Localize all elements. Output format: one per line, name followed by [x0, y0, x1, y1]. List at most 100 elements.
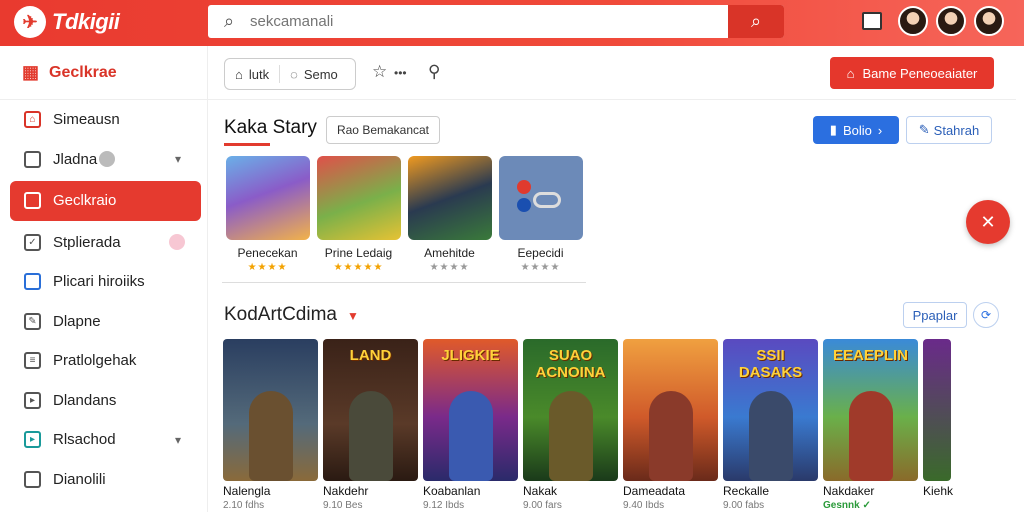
- user-icon[interactable]: ⚲: [428, 62, 440, 82]
- game-card[interactable]: EEAEPLIN Nakdaker Gesnnk ✓: [823, 339, 918, 511]
- search-button-icon: ⌕: [750, 11, 762, 31]
- content-toolbar: ⌂ lutk ◌ Semo ☆ ••• ⚲ ⌂ Bame Peneoeaiate…: [208, 46, 1016, 100]
- bookmark-icon: ▮: [829, 122, 837, 137]
- game-poster: SUAO ACNOINA: [523, 339, 618, 481]
- floating-action-button[interactable]: ✕: [966, 200, 1010, 244]
- game-card-partial[interactable]: Kiehk: [923, 339, 954, 511]
- blue-button[interactable]: ▮ Bolio ›: [813, 116, 899, 144]
- poster-title: JLIGKIE: [441, 347, 500, 364]
- game-poster: SSII DASAKS: [723, 339, 818, 481]
- sidebar-item-label: Plicari hiroiiks: [53, 273, 145, 291]
- chevron-down-icon[interactable]: ▾: [175, 152, 181, 166]
- game-thumbnail: [407, 156, 492, 240]
- filter-chip[interactable]: Rao Bemakancat: [326, 116, 440, 144]
- list-icon: ≡: [24, 352, 41, 370]
- view-toggle-left-label: lutk: [248, 66, 270, 82]
- game-card[interactable]: SSII DASAKS Reckalle 9.00 fabs: [723, 339, 818, 511]
- featured-card[interactable]: Amehitde ★★★★: [404, 156, 495, 283]
- search-bar: ⌕ ⌕: [208, 5, 784, 38]
- featured-card[interactable]: Prine Ledaig ★★★★★: [313, 156, 404, 283]
- avatar-1[interactable]: [898, 6, 928, 36]
- sidebar-item-document[interactable]: Dianolili: [0, 460, 207, 500]
- top-bar: ✈ Tdkigii ⌕ ⌕: [0, 0, 1024, 46]
- sidebar-item-active[interactable]: Geclkraio: [10, 181, 201, 221]
- popular-button[interactable]: Ppaplar: [903, 302, 967, 328]
- grid-icon: ▦: [22, 62, 40, 82]
- card-label: Amehitde: [424, 246, 475, 260]
- logo-mark-icon: ✈: [14, 6, 46, 38]
- card-meta: 9.10 Bes: [323, 500, 363, 511]
- card-meta: 9.40 Ibds: [623, 500, 665, 511]
- edit-icon: ✎: [24, 312, 41, 330]
- sidebar-item-edit[interactable]: ✎ Dlapne: [0, 302, 207, 342]
- avatar-3[interactable]: [974, 6, 1004, 36]
- more-icon[interactable]: •••: [394, 66, 407, 80]
- app-logo[interactable]: ✈ Tdkigii: [14, 6, 120, 38]
- rating-stars: ★★★★: [520, 262, 561, 273]
- card-label: Prine Ledaig: [324, 246, 393, 260]
- poster-title: SUAO ACNOINA: [535, 347, 606, 381]
- section-title-label: KodArtCdima: [224, 304, 337, 325]
- card-meta: 9.00 fars: [523, 500, 562, 511]
- character-figure: [448, 391, 493, 481]
- sidebar-item-label: Dlandans: [53, 391, 117, 409]
- card-label: Nakdaker: [823, 484, 875, 498]
- card-meta: 9.00 fabs: [723, 500, 765, 511]
- home-icon: ⌂: [846, 65, 855, 81]
- sidebar-item-folder[interactable]: ▸ Rlsachod ▾: [0, 420, 207, 460]
- search-button[interactable]: ⌕: [728, 5, 784, 38]
- card-label: Nalengla: [223, 484, 271, 498]
- section-underline: [224, 143, 270, 146]
- primary-action-label: Bame Peneoeaiater: [862, 65, 978, 81]
- card-label: Penecekan: [237, 246, 298, 260]
- game-card[interactable]: Dameadata 9.40 Ibds: [623, 339, 718, 511]
- game-poster: EEAEPLIN: [823, 339, 918, 481]
- sidebar-item-label: Stplierada: [53, 233, 121, 251]
- card-label: Nakak: [523, 484, 558, 498]
- sidebar-item-home[interactable]: ⌂ Simeausn: [0, 100, 207, 140]
- sidebar-item-label: Pratlolgehak: [53, 352, 137, 370]
- folder-icon: ▸: [24, 431, 41, 449]
- sidebar-heading[interactable]: ▦ Geclkrae: [0, 46, 207, 100]
- sidebar-item-play[interactable]: ▸ Dlandans: [0, 381, 207, 421]
- play-icon: ▸: [24, 391, 41, 409]
- star-icon[interactable]: ☆: [372, 62, 387, 82]
- search-input[interactable]: [250, 5, 728, 38]
- featured-card[interactable]: Eepecidi ★★★★: [495, 156, 586, 283]
- character-figure: [248, 391, 293, 481]
- game-card[interactable]: LAND Nakdehr 9.10 Bes: [323, 339, 418, 511]
- game-thumbnail: [498, 156, 583, 240]
- blue-button-label: Bolio: [842, 122, 872, 138]
- sidebar-item-grid[interactable]: Plicari hiroiiks: [0, 262, 207, 302]
- card-meta: Gesnnk ✓: [823, 500, 871, 511]
- featured-card[interactable]: Penecekan ★★★★: [222, 156, 313, 283]
- card-label: Kiehk: [923, 484, 954, 498]
- poster-title: LAND: [349, 347, 392, 364]
- outline-button[interactable]: ✎ Stahrah: [906, 116, 992, 144]
- sidebar-heading-label: Geclkrae: [49, 63, 117, 81]
- game-card[interactable]: SUAO ACNOINA Nakak 9.00 fars: [523, 339, 618, 511]
- card-meta: 9.12 Ibds: [423, 500, 465, 511]
- rating-stars: ★★★★: [247, 262, 288, 273]
- caret-down-icon[interactable]: ▼: [347, 309, 359, 323]
- game-card[interactable]: JLIGKIE Koabanlan 9.12 Ibds: [423, 339, 518, 511]
- sidebar-item-bookmarks[interactable]: Jladna ▾: [0, 140, 207, 180]
- character-figure: [348, 391, 393, 481]
- avatar-2[interactable]: [936, 6, 966, 36]
- sidebar-item-checklist[interactable]: ✓ Stplierada: [0, 223, 207, 263]
- refresh-icon[interactable]: ⟳: [973, 302, 999, 328]
- primary-action-button[interactable]: ⌂ Bame Peneoeaiater: [830, 57, 994, 89]
- game-poster: LAND: [323, 339, 418, 481]
- sidebar-item-list[interactable]: ≡ Pratlolgehak: [0, 341, 207, 381]
- window-icon[interactable]: [862, 12, 882, 30]
- chevron-down-icon[interactable]: ▾: [175, 433, 181, 447]
- card-label: Eepecidi: [517, 246, 564, 260]
- character-figure: [748, 391, 793, 481]
- card-label: Reckalle: [723, 484, 770, 498]
- character-figure: [848, 391, 893, 481]
- game-thumbnail: [225, 156, 310, 240]
- game-card[interactable]: Nalengla 2.10 fdhs: [223, 339, 318, 511]
- edit-icon: ✎: [918, 122, 930, 137]
- game-poster: [223, 339, 318, 481]
- view-toggle[interactable]: ⌂ lutk ◌ Semo: [224, 58, 356, 90]
